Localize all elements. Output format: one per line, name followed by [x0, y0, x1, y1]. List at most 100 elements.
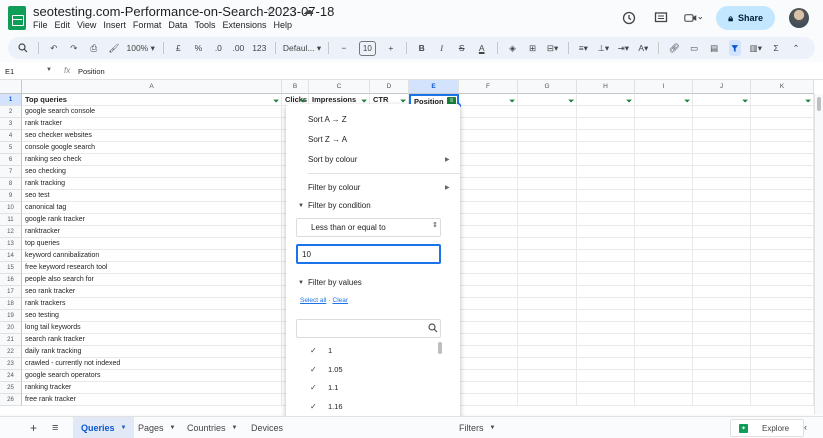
header-cell-k[interactable]: ⏷ — [751, 94, 814, 106]
cell[interactable] — [577, 202, 635, 214]
sort-a-z-option[interactable]: Sort A → Z — [308, 115, 347, 124]
cell[interactable]: top queries — [22, 238, 282, 250]
cell[interactable] — [459, 166, 518, 178]
cell[interactable] — [693, 370, 751, 382]
cell[interactable]: free rank tracker — [22, 394, 282, 406]
chevron-left-icon[interactable]: ‹ — [804, 422, 807, 432]
row-header[interactable]: 8 — [0, 178, 22, 190]
increase-decimal-button[interactable]: .00 — [232, 40, 244, 56]
filter-by-condition-toggle[interactable]: Filter by condition — [308, 201, 371, 210]
all-sheets-button[interactable]: ≡ — [44, 417, 66, 438]
filter-by-colour-option[interactable]: Filter by colour — [308, 183, 360, 192]
cell[interactable] — [693, 190, 751, 202]
column-header-a[interactable]: A — [22, 80, 282, 94]
cell[interactable] — [635, 370, 693, 382]
cell[interactable] — [459, 346, 518, 358]
cell[interactable] — [577, 190, 635, 202]
cell[interactable] — [693, 298, 751, 310]
text-color-button[interactable]: A — [477, 40, 487, 56]
cell[interactable] — [693, 214, 751, 226]
cell[interactable] — [518, 322, 577, 334]
cell[interactable] — [751, 382, 814, 394]
cell[interactable] — [459, 154, 518, 166]
cell[interactable] — [459, 202, 518, 214]
cell[interactable] — [518, 286, 577, 298]
row-header[interactable]: 4 — [0, 130, 22, 142]
cell[interactable] — [518, 106, 577, 118]
header-cell-f[interactable]: ⏷ — [459, 94, 518, 106]
merge-cells-icon[interactable]: ⊟▾ — [547, 40, 558, 56]
cell[interactable] — [751, 106, 814, 118]
cell[interactable] — [518, 178, 577, 190]
cell[interactable] — [751, 178, 814, 190]
column-header-c[interactable]: C — [309, 80, 370, 94]
value-option[interactable]: ✓ 1 — [310, 346, 332, 355]
undo-icon[interactable]: ↶ — [49, 40, 59, 56]
cell[interactable] — [459, 142, 518, 154]
cell[interactable] — [751, 394, 814, 406]
clear-link[interactable]: Clear — [333, 297, 349, 304]
strikethrough-button[interactable]: S — [457, 40, 467, 56]
column-header-e[interactable]: E — [409, 80, 459, 94]
cell[interactable]: search rank tracker — [22, 334, 282, 346]
cell[interactable] — [751, 202, 814, 214]
cell[interactable] — [577, 394, 635, 406]
redo-icon[interactable]: ↷ — [69, 40, 79, 56]
sort-z-a-option[interactable]: Sort Z → A — [308, 135, 347, 144]
header-cell-a[interactable]: Top queries ⏷ — [22, 94, 282, 106]
cell[interactable] — [751, 142, 814, 154]
cell[interactable] — [577, 142, 635, 154]
cell[interactable] — [693, 346, 751, 358]
cell[interactable] — [518, 382, 577, 394]
percent-format-button[interactable]: % — [193, 40, 203, 56]
cell[interactable] — [693, 166, 751, 178]
cell[interactable] — [751, 358, 814, 370]
insert-comment-icon[interactable]: ▭ — [689, 40, 699, 56]
cell[interactable] — [577, 214, 635, 226]
row-header[interactable]: 22 — [0, 346, 22, 358]
values-search-input[interactable] — [296, 319, 441, 338]
cell[interactable]: rank tracking — [22, 178, 282, 190]
cell[interactable] — [635, 202, 693, 214]
cell[interactable] — [693, 106, 751, 118]
sort-by-colour-option[interactable]: Sort by colour — [308, 155, 357, 164]
cell[interactable] — [635, 310, 693, 322]
chevron-down-icon[interactable]: ▼ — [46, 67, 52, 73]
cell[interactable] — [751, 130, 814, 142]
row-header[interactable]: 18 — [0, 298, 22, 310]
cell[interactable] — [751, 238, 814, 250]
cell[interactable] — [635, 250, 693, 262]
cell[interactable] — [459, 178, 518, 190]
tab-pages[interactable]: Pages ▼ — [130, 417, 183, 438]
menu-tools[interactable]: Tools — [194, 20, 215, 30]
cell[interactable] — [518, 346, 577, 358]
filter-by-values-toggle[interactable]: Filter by values — [308, 278, 362, 287]
cell[interactable] — [693, 238, 751, 250]
row-header[interactable]: 3 — [0, 118, 22, 130]
column-header-h[interactable]: H — [577, 80, 635, 94]
cell[interactable] — [459, 382, 518, 394]
cell[interactable] — [693, 274, 751, 286]
row-header[interactable]: 24 — [0, 370, 22, 382]
column-header-b[interactable]: B — [282, 80, 309, 94]
functions-button[interactable]: Σ — [771, 40, 781, 56]
cell[interactable] — [577, 130, 635, 142]
cell[interactable]: daily rank tracking — [22, 346, 282, 358]
currency-format-button[interactable]: £ — [173, 40, 183, 56]
cell[interactable] — [459, 298, 518, 310]
paint-format-icon[interactable]: 🖌︎ — [108, 40, 119, 56]
cell[interactable]: ranktracker — [22, 226, 282, 238]
cell[interactable] — [518, 334, 577, 346]
cell[interactable] — [459, 226, 518, 238]
cell[interactable] — [635, 106, 693, 118]
cell[interactable] — [693, 202, 751, 214]
values-scrollbar[interactable] — [438, 342, 442, 354]
column-header-i[interactable]: I — [635, 80, 693, 94]
cell[interactable]: crawled - currently not indexed — [22, 358, 282, 370]
cell[interactable] — [693, 310, 751, 322]
cell[interactable]: ranking tracker — [22, 382, 282, 394]
filter-icon[interactable]: ⏷ — [273, 96, 279, 105]
cell[interactable] — [459, 286, 518, 298]
cloud-saved-icon[interactable]: ☁ — [303, 4, 314, 23]
cell[interactable]: console google search — [22, 142, 282, 154]
